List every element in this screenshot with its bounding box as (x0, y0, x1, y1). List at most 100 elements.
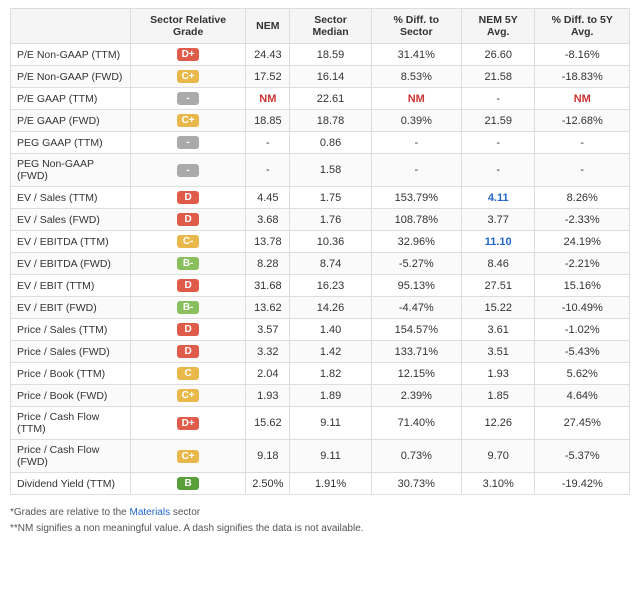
row-nem: 18.85 (246, 110, 290, 132)
row-pct-diff-5y: -18.83% (535, 66, 630, 88)
grade-badge: C- (177, 235, 199, 248)
row-pct-diff-sector: - (371, 132, 461, 154)
row-pct-diff-5y: -12.68% (535, 110, 630, 132)
row-nem-5y: 3.10% (461, 473, 535, 495)
col-header-pct-diff-5y: % Diff. to 5Y Avg. (535, 9, 630, 44)
grade-badge: D+ (177, 48, 199, 61)
grade-badge: B- (177, 257, 199, 270)
row-label: P/E GAAP (TTM) (11, 88, 131, 110)
row-pct-diff-5y: -10.49% (535, 297, 630, 319)
footer-notes: *Grades are relative to the Materials se… (10, 505, 630, 537)
row-pct-diff-5y: 5.62% (535, 363, 630, 385)
row-pct-diff-5y: -2.33% (535, 209, 630, 231)
row-grade: D (131, 209, 246, 231)
row-pct-diff-5y: - (535, 154, 630, 187)
row-grade: D (131, 341, 246, 363)
col-header-nem: NEM (246, 9, 290, 44)
row-nem: 13.62 (246, 297, 290, 319)
table-row: P/E Non-GAAP (FWD)C+17.5216.148.53%21.58… (11, 66, 630, 88)
row-pct-diff-5y: -2.21% (535, 253, 630, 275)
row-nem-5y: 15.22 (461, 297, 535, 319)
row-nem: 1.93 (246, 385, 290, 407)
grade-badge: D+ (177, 417, 199, 430)
row-pct-diff-sector: 8.53% (371, 66, 461, 88)
row-nem-5y: 3.61 (461, 319, 535, 341)
row-nem: 17.52 (246, 66, 290, 88)
row-label: EV / EBIT (FWD) (11, 297, 131, 319)
table-row: Price / Cash Flow (TTM)D+15.629.1171.40%… (11, 407, 630, 440)
row-nem-5y: - (461, 132, 535, 154)
row-grade: C- (131, 231, 246, 253)
col-header-nem-5y: NEM 5Y Avg. (461, 9, 535, 44)
row-label: EV / Sales (TTM) (11, 187, 131, 209)
row-nem: 24.43 (246, 44, 290, 66)
highlight-value: 4.11 (488, 192, 509, 204)
footer-note-1-text: *Grades are relative to the (10, 507, 130, 518)
row-nem-5y: 21.58 (461, 66, 535, 88)
row-grade: D (131, 187, 246, 209)
row-sector-median: 0.86 (290, 132, 371, 154)
row-sector-median: 22.61 (290, 88, 371, 110)
valuation-table: Sector Relative Grade NEM Sector Median … (10, 8, 630, 495)
table-row: PEG GAAP (TTM)--0.86--- (11, 132, 630, 154)
grade-badge: C+ (177, 114, 199, 127)
row-nem: 2.50% (246, 473, 290, 495)
col-header-grade: Sector Relative Grade (131, 9, 246, 44)
row-nem: NM (246, 88, 290, 110)
row-grade: C+ (131, 440, 246, 473)
row-pct-diff-5y: 4.64% (535, 385, 630, 407)
row-grade: C+ (131, 66, 246, 88)
row-grade: - (131, 88, 246, 110)
row-sector-median: 18.78 (290, 110, 371, 132)
row-nem-5y: 1.85 (461, 385, 535, 407)
row-nem-5y: 21.59 (461, 110, 535, 132)
main-container: Sector Relative Grade NEM Sector Median … (0, 0, 640, 545)
row-nem-5y: 9.70 (461, 440, 535, 473)
row-sector-median: 9.11 (290, 440, 371, 473)
sector-link[interactable]: Materials (130, 507, 171, 518)
grade-badge: D (177, 213, 199, 226)
grade-badge: D (177, 191, 199, 204)
row-nem: 9.18 (246, 440, 290, 473)
col-header-label (11, 9, 131, 44)
row-pct-diff-sector: 154.57% (371, 319, 461, 341)
row-grade: B- (131, 297, 246, 319)
row-pct-diff-5y: - (535, 132, 630, 154)
row-pct-diff-5y: -19.42% (535, 473, 630, 495)
row-pct-diff-sector: 32.96% (371, 231, 461, 253)
table-row: EV / Sales (TTM)D4.451.75153.79%4.118.26… (11, 187, 630, 209)
table-row: P/E GAAP (FWD)C+18.8518.780.39%21.59-12.… (11, 110, 630, 132)
row-grade: D (131, 319, 246, 341)
grade-badge: B- (177, 301, 199, 314)
row-sector-median: 16.23 (290, 275, 371, 297)
row-nem-5y: 8.46 (461, 253, 535, 275)
row-pct-diff-sector: - (371, 154, 461, 187)
row-sector-median: 1.76 (290, 209, 371, 231)
row-label: EV / EBITDA (TTM) (11, 231, 131, 253)
row-nem: 2.04 (246, 363, 290, 385)
table-row: Price / Sales (TTM)D3.571.40154.57%3.61-… (11, 319, 630, 341)
row-sector-median: 1.82 (290, 363, 371, 385)
row-pct-diff-sector: 30.73% (371, 473, 461, 495)
row-label: EV / EBITDA (FWD) (11, 253, 131, 275)
row-sector-median: 14.26 (290, 297, 371, 319)
row-nem: - (246, 132, 290, 154)
row-pct-diff-sector: 0.39% (371, 110, 461, 132)
row-nem-5y: 4.11 (461, 187, 535, 209)
row-nem-5y: 11.10 (461, 231, 535, 253)
col-header-sector-median: Sector Median (290, 9, 371, 44)
row-pct-diff-sector: 71.40% (371, 407, 461, 440)
highlight-value: 11.10 (485, 236, 512, 248)
grade-badge: - (177, 92, 199, 105)
table-row: PEG Non-GAAP (FWD)--1.58--- (11, 154, 630, 187)
table-row: Price / Book (FWD)C+1.931.892.39%1.854.6… (11, 385, 630, 407)
table-row: Price / Cash Flow (FWD)C+9.189.110.73%9.… (11, 440, 630, 473)
row-nem: 3.32 (246, 341, 290, 363)
grade-badge: - (177, 136, 199, 149)
row-pct-diff-sector: 108.78% (371, 209, 461, 231)
row-sector-median: 8.74 (290, 253, 371, 275)
grade-badge: D (177, 279, 199, 292)
grade-badge: C (177, 367, 199, 380)
row-nem-5y: 26.60 (461, 44, 535, 66)
row-grade: D+ (131, 407, 246, 440)
